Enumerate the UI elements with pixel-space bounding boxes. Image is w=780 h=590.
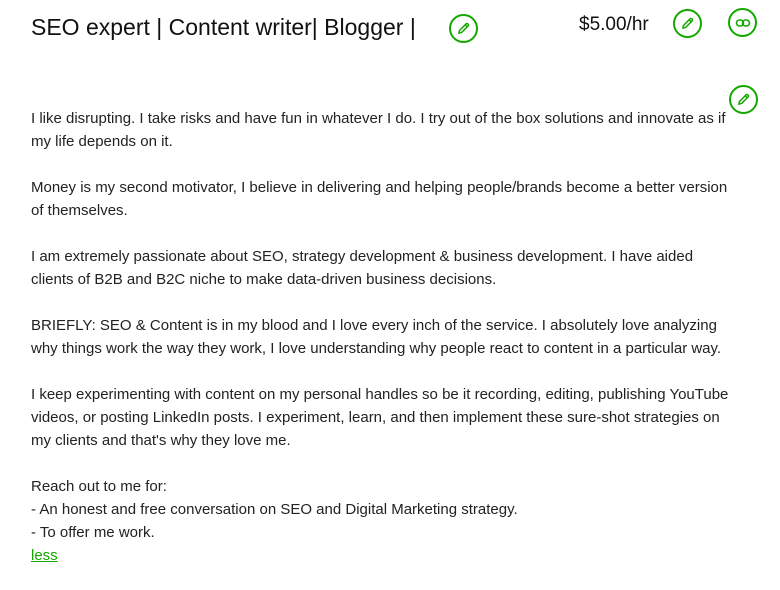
profile-description: I like disrupting. I take risks and have… (31, 107, 731, 567)
reach-out-heading: Reach out to me for: (31, 478, 167, 495)
description-paragraph: BRIEFLY: SEO & Content is in my blood an… (31, 317, 722, 357)
pencil-icon (458, 22, 470, 34)
reach-out-item: - To offer me work. (31, 524, 155, 541)
show-less-link[interactable]: less (31, 544, 58, 567)
edit-rate-button[interactable] (673, 9, 702, 38)
description-paragraph: I keep experimenting with content on my … (31, 386, 729, 449)
edit-description-button[interactable] (729, 85, 758, 114)
link-icon (735, 18, 750, 27)
pencil-icon (738, 93, 750, 105)
edit-title-button[interactable] (449, 14, 478, 43)
description-paragraph: I am extremely passionate about SEO, str… (31, 248, 694, 288)
hourly-rate: $5.00/hr (579, 14, 649, 35)
reach-out-item: - An honest and free conversation on SEO… (31, 501, 518, 518)
description-paragraph: Money is my second motivator, I believe … (31, 179, 728, 219)
pencil-icon (682, 17, 694, 29)
description-paragraph: I like disrupting. I take risks and have… (31, 110, 726, 150)
copy-link-button[interactable] (728, 8, 757, 37)
profile-title: SEO expert | Content writer| Blogger | (31, 14, 416, 40)
